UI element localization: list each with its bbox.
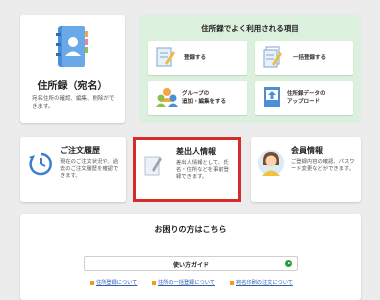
order-history-card[interactable]: ご注文履歴 現在のご注文状況や、過去のご注文履歴を確認できます。: [20, 137, 126, 202]
address-book-description: 宛名住所の確認、編集、削除ができます。: [32, 96, 115, 110]
sender-info-title: 差出人情報: [176, 147, 216, 156]
pen-card-icon: [144, 156, 162, 176]
upload-document-icon: [264, 87, 280, 107]
group-people-icon: [156, 88, 178, 107]
help-title: お困りの方はこちら: [154, 225, 227, 234]
address-book-icon: [56, 26, 88, 67]
order-history-description: 現在のご注文状況や、過去のご注文履歴を確認できます。: [60, 159, 119, 179]
help-link-address-register[interactable]: 住所登録について: [90, 279, 137, 286]
usage-guide-label: 使い方ガイド: [172, 262, 209, 269]
bullet-square-icon: [90, 280, 94, 285]
group-edit-button[interactable]: グループの 追加・編集をする: [148, 81, 247, 115]
account-info-title: 会員情報: [291, 146, 323, 155]
frequent-items-panel: 住所録でよく利用される項目 登録する 一括登録する グループの 追加・編集をする…: [139, 15, 361, 123]
arrow-right-icon: [285, 260, 292, 267]
register-button[interactable]: 登録する: [148, 41, 247, 75]
help-link-print-order[interactable]: 宛名印刷の注文について: [230, 279, 293, 286]
account-info-card[interactable]: 会員情報 ご登録内容の確認、パスワード変更などができます。: [251, 137, 361, 202]
bulk-register-button[interactable]: 一括登録する: [255, 41, 353, 75]
person-avatar-icon: [258, 150, 284, 176]
bulk-register-label: 一括登録する: [293, 55, 327, 61]
bullet-square-icon: [152, 280, 156, 285]
upload-label: 住所録データの アップロード: [287, 91, 326, 105]
frequent-items-title: 住所録でよく利用される項目: [201, 24, 299, 33]
clock-icon: [29, 152, 52, 176]
help-section: お困りの方はこちら 使い方ガイド 住所登録について 住所の一括登録について 宛名…: [20, 214, 361, 300]
address-book-title: 住所録（宛名）: [37, 81, 108, 92]
bulk-pencil-icon: [263, 46, 282, 68]
bullet-square-icon: [230, 280, 234, 285]
address-book-card[interactable]: 住所録（宛名） 宛名住所の確認、編集、削除ができます。: [20, 15, 125, 123]
pencil-document-icon: [156, 47, 175, 67]
order-history-title: ご注文履歴: [60, 146, 100, 155]
upload-button[interactable]: 住所録データの アップロード: [255, 81, 353, 115]
usage-guide-button[interactable]: 使い方ガイド: [84, 256, 298, 271]
sender-info-card[interactable]: 差出人情報 差出人情報として、氏名・住所などを事前登録できます。: [133, 137, 241, 202]
help-link-bulk-register[interactable]: 住所の一括登録について: [152, 279, 215, 286]
account-info-description: ご登録内容の確認、パスワード変更などができます。: [291, 159, 355, 172]
group-edit-label: グループの 追加・編集をする: [182, 91, 227, 105]
sender-info-description: 差出人情報として、氏名・住所などを事前登録できます。: [176, 160, 229, 180]
register-label: 登録する: [184, 55, 207, 61]
